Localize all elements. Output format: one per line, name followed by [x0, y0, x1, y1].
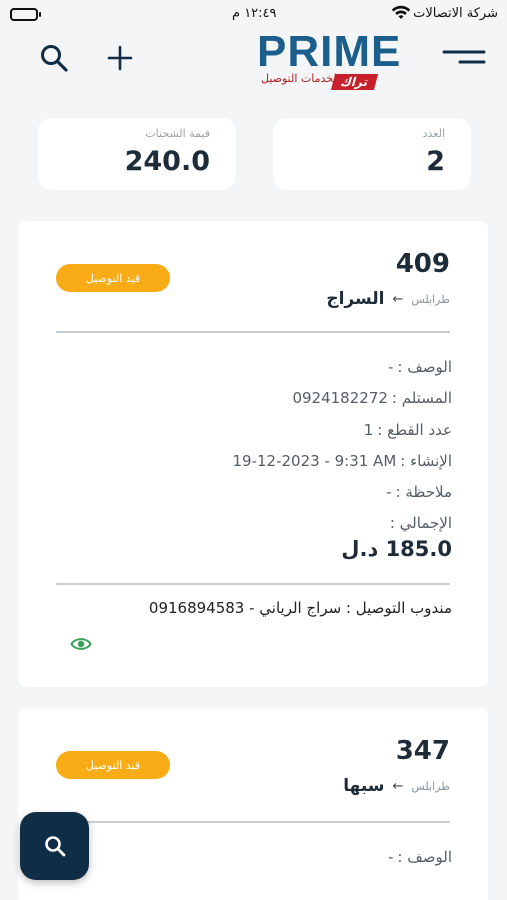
shipment-route: طرابلس ← السراج: [326, 289, 450, 309]
pieces-value: 1: [363, 421, 374, 439]
status-badge: قيد التوصيل: [56, 264, 170, 292]
shipment-id: 347: [395, 736, 450, 766]
battery-tip: [39, 12, 41, 17]
recipient-label: المستلم :: [391, 389, 452, 407]
logo-tagline: لخدمات التوصيل: [261, 72, 337, 85]
shipment-id: 409: [395, 249, 450, 279]
description-label: الوصف :: [397, 358, 452, 376]
arrow-left-icon: ←: [392, 778, 404, 794]
app-logo: PRIME لخدمات التوصيل تراك: [255, 30, 400, 96]
arrow-left-icon: ←: [392, 291, 404, 307]
divider: [56, 821, 450, 823]
route-from: طرابلس: [411, 779, 450, 793]
recipient-value: 0924182272: [292, 389, 388, 407]
status-badge: قيد التوصيل: [56, 751, 170, 779]
count-card: العدد 2: [273, 118, 471, 190]
count-value: 2: [426, 146, 445, 177]
shipments-value-card: قيمة الشحنات 240.0: [38, 118, 236, 190]
clock-time: ١٢:٤٩ م: [232, 6, 277, 21]
logo-brand: تراك: [330, 74, 379, 90]
description-value: -: [388, 848, 394, 866]
description-row: الوصف :-: [388, 848, 452, 866]
divider: [56, 583, 450, 585]
courier-info: مندوب التوصيل : سراج الرياني - 091689458…: [148, 599, 452, 617]
divider: [56, 331, 450, 333]
shipment-card[interactable]: 347 طرابلس ← سبها قيد التوصيل الوصف :-: [18, 708, 488, 900]
note-label: ملاحظة :: [395, 483, 452, 501]
menu-button[interactable]: [441, 40, 487, 76]
wifi-icon: [391, 5, 411, 25]
carrier-name: شركة الاتصالات: [413, 6, 498, 21]
search-button[interactable]: [36, 40, 72, 76]
pieces-label: عدد القطع :: [377, 421, 452, 439]
app-header: PRIME لخدمات التوصيل تراك: [0, 28, 507, 98]
floating-search-button[interactable]: [20, 812, 89, 880]
created-value: 19-12-2023 - 9:31 AM: [232, 452, 397, 470]
pieces-row: عدد القطع :1: [364, 421, 452, 439]
eye-icon[interactable]: [70, 633, 92, 655]
shipments-value-label: قيمة الشحنات: [145, 127, 210, 140]
plus-icon: [107, 45, 133, 71]
logo-text: PRIME: [257, 27, 402, 76]
add-button[interactable]: [102, 40, 138, 76]
battery-icon: [10, 8, 38, 21]
description-label: الوصف :: [397, 848, 452, 866]
count-label: العدد: [422, 127, 445, 140]
shipment-card[interactable]: 409 طرابلس ← السراج قيد التوصيل الوصف :-…: [18, 221, 488, 687]
route-from: طرابلس: [411, 292, 450, 306]
route-to: السراج: [326, 289, 385, 309]
created-label: الإنشاء :: [400, 452, 452, 470]
description-value: -: [388, 358, 394, 376]
route-to: سبها: [343, 776, 385, 796]
status-bar: شركة الاتصالات ١٢:٤٩ م: [0, 0, 507, 30]
description-row: الوصف :-: [388, 358, 452, 376]
shipment-route: طرابلس ← سبها: [343, 776, 450, 796]
total-label: الإجمالي :: [389, 514, 452, 532]
total-value: 185.0 د.ل: [341, 537, 452, 561]
search-icon: [44, 836, 65, 857]
shipments-value: 240.0: [124, 146, 210, 177]
note-value: -: [386, 483, 392, 501]
search-icon: [41, 45, 68, 72]
created-row: الإنشاء :19-12-2023 - 9:31 AM: [232, 452, 452, 470]
recipient-row: المستلم :0924182272: [292, 389, 452, 407]
menu-icon: [442, 50, 486, 64]
total-row: الإجمالي :: [390, 514, 452, 532]
note-row: ملاحظة :-: [386, 483, 452, 501]
